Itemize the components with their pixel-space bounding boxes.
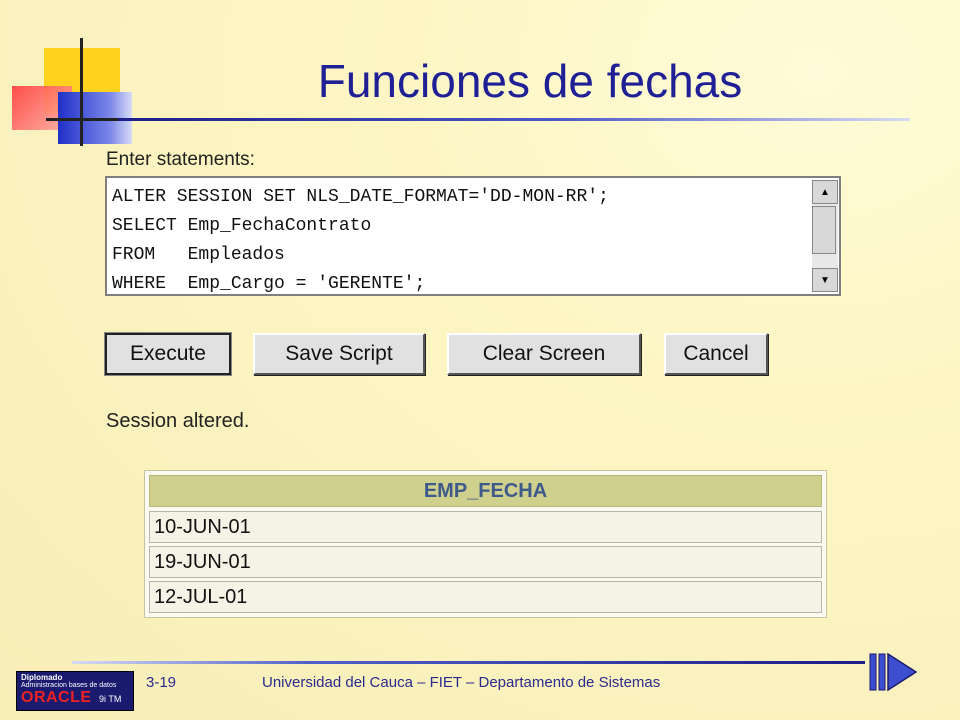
- cancel-button[interactable]: Cancel: [664, 333, 768, 375]
- logo-line2: Administracion bases de datos: [21, 682, 117, 689]
- table-row: 19-JUN-01: [149, 546, 822, 578]
- page-number: 3-19: [146, 674, 177, 691]
- logo-line1: Diplomado: [21, 673, 63, 682]
- oracle-logo: Diplomado Administracion bases de datos …: [16, 671, 134, 711]
- table-row: 10-JUN-01: [149, 511, 822, 543]
- logo-suffix: 9i TM: [99, 694, 122, 704]
- title-underline: [118, 118, 910, 121]
- sql-editor-text[interactable]: ALTER SESSION SET NLS_DATE_FORMAT='DD-MO…: [112, 183, 609, 299]
- sql-editor-scrollbar[interactable]: ▲ ▼: [812, 180, 838, 292]
- result-column-header: EMP_FECHA: [149, 475, 822, 507]
- footer-text: Universidad del Cauca – FIET – Departame…: [262, 674, 661, 691]
- next-slide-icon[interactable]: [868, 652, 920, 692]
- scroll-down-icon[interactable]: ▼: [812, 268, 838, 292]
- table-row: 12-JUL-01: [149, 581, 822, 613]
- statements-label: Enter statements:: [106, 149, 255, 170]
- logo-brand: ORACLE: [21, 689, 92, 706]
- save-script-button[interactable]: Save Script: [253, 333, 425, 375]
- sql-editor[interactable]: ALTER SESSION SET NLS_DATE_FORMAT='DD-MO…: [105, 176, 841, 296]
- execute-button[interactable]: Execute: [104, 332, 232, 376]
- page-title: Funciones de fechas: [317, 55, 743, 107]
- footer-line: [72, 661, 865, 664]
- decor-vertical-line: [80, 38, 83, 146]
- result-table: EMP_FECHA 10-JUN-01 19-JUN-01 12-JUL-01: [144, 470, 827, 618]
- scrollbar-thumb[interactable]: [812, 206, 836, 254]
- session-message: Session altered.: [106, 410, 250, 432]
- clear-screen-button[interactable]: Clear Screen: [447, 333, 641, 375]
- scroll-up-icon[interactable]: ▲: [812, 180, 838, 204]
